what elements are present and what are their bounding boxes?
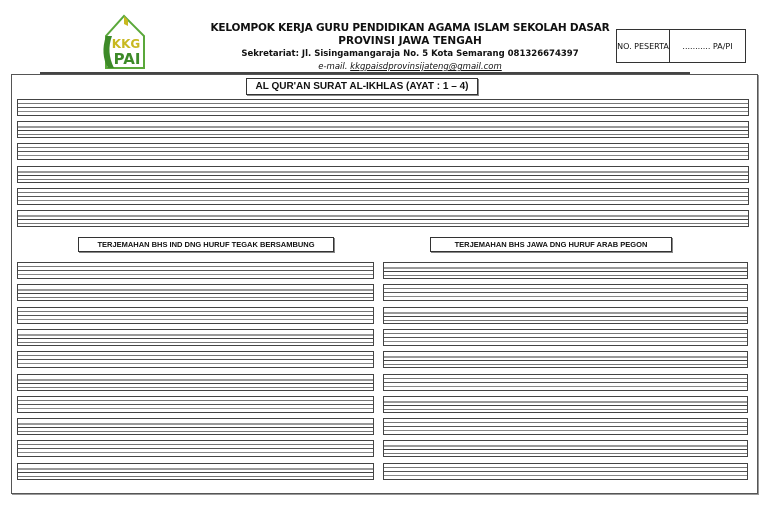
javanese-translation-line[interactable] <box>383 462 748 480</box>
javanese-translation-line[interactable] <box>383 373 748 391</box>
javanese-translation-line[interactable] <box>383 395 748 413</box>
javanese-translation-line[interactable] <box>383 328 748 346</box>
indonesian-translation-line[interactable] <box>17 262 374 279</box>
indonesian-translation-line[interactable] <box>17 440 374 458</box>
svg-text:PAI: PAI <box>114 50 141 68</box>
email-label: e-mail. <box>318 62 348 72</box>
right-column-title: TERJEMAHAN BHS JAWA DNG HURUF ARAB PEGON <box>430 237 672 252</box>
indonesian-translation-line[interactable] <box>17 418 374 436</box>
org-name: KELOMPOK KERJA GURU PENDIDIKAN AGAMA ISL… <box>210 22 610 34</box>
indonesian-translation-line[interactable] <box>17 351 374 369</box>
indonesian-translation-line[interactable] <box>17 284 374 302</box>
ayat-writing-line[interactable] <box>17 121 749 139</box>
javanese-translation-line[interactable] <box>383 440 748 458</box>
ayat-writing-line[interactable] <box>17 143 749 161</box>
province-name: PROVINSI JAWA TENGAH <box>338 35 482 47</box>
javanese-translation-line[interactable] <box>383 262 748 279</box>
ayat-writing-line[interactable] <box>17 187 749 205</box>
indonesian-translation-line[interactable] <box>17 306 374 324</box>
worksheet-title: AL QUR'AN SURAT AL-IKHLAS (AYAT : 1 – 4) <box>246 78 478 95</box>
indonesian-translation-line[interactable] <box>17 328 374 346</box>
indonesian-translation-line[interactable] <box>17 395 374 413</box>
participant-number-label: NO. PESERTA <box>617 30 670 62</box>
ayat-writing-line[interactable] <box>17 165 749 183</box>
javanese-translation-line[interactable] <box>383 306 748 324</box>
kkg-pai-logo: KKG PAI <box>98 14 150 70</box>
left-column-title: TERJEMAHAN BHS IND DNG HURUF TEGAK BERSA… <box>78 237 334 252</box>
indonesian-translation-line[interactable] <box>17 373 374 391</box>
secretariat-address: Sekretariat: Jl. Sisingamangaraja No. 5 … <box>241 49 579 59</box>
participant-number-box: NO. PESERTA ........... PA/PI <box>616 29 746 63</box>
javanese-translation-line[interactable] <box>383 284 748 302</box>
email-link[interactable]: kkgpaisdprovinsijateng@gmail.com <box>350 62 502 72</box>
javanese-translation-line[interactable] <box>383 418 748 436</box>
ayat-writing-line[interactable] <box>17 210 749 227</box>
ayat-writing-line[interactable] <box>17 99 749 116</box>
svg-text:KKG: KKG <box>112 37 140 51</box>
participant-number-field[interactable]: ........... PA/PI <box>670 30 745 62</box>
javanese-translation-line[interactable] <box>383 351 748 369</box>
email-line: e-mail. kkgpaisdprovinsijateng@gmail.com <box>200 62 620 72</box>
indonesian-translation-line[interactable] <box>17 462 374 480</box>
